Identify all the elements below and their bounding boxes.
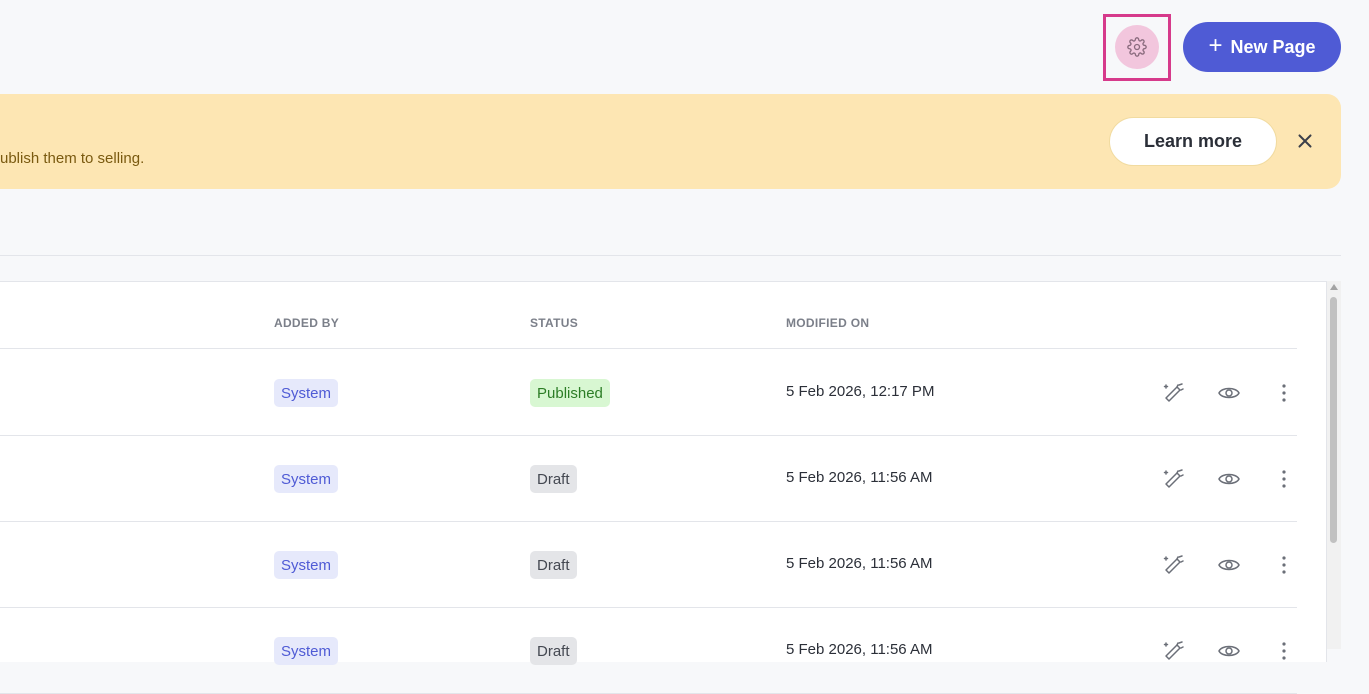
new-page-button[interactable]: + New Page	[1183, 22, 1341, 72]
eye-icon[interactable]	[1217, 639, 1241, 663]
column-header-modified-on[interactable]: MODIFIED ON	[786, 316, 869, 330]
status-badge: Draft	[530, 465, 577, 493]
added-by-badge: System	[274, 465, 339, 493]
status-badge: Draft	[530, 637, 577, 665]
modified-on: 5 Feb 2026, 11:56 AM	[786, 469, 933, 486]
eye-icon[interactable]	[1217, 467, 1241, 491]
status-badge: Published	[530, 379, 610, 407]
table-row[interactable]: System Draft 5 Feb 2026, 11:56 AM	[0, 607, 1297, 694]
table-row[interactable]: System Published 5 Feb 2026, 12:17 PM	[0, 349, 1297, 436]
section-divider	[0, 255, 1341, 256]
banner-text: ublish them to selling.	[0, 150, 145, 167]
more-vertical-icon[interactable]	[1272, 381, 1296, 405]
magic-edit-icon[interactable]	[1162, 639, 1186, 663]
learn-more-button[interactable]: Learn more	[1109, 117, 1277, 166]
more-vertical-icon[interactable]	[1272, 553, 1296, 577]
table-row[interactable]: System Draft 5 Feb 2026, 11:56 AM	[0, 521, 1297, 608]
pages-table: ADDED BY STATUS MODIFIED ON System Publi…	[0, 281, 1327, 694]
column-header-added-by[interactable]: ADDED BY	[274, 316, 339, 330]
settings-button[interactable]	[1115, 25, 1159, 69]
column-header-status[interactable]: STATUS	[530, 316, 578, 330]
close-icon[interactable]	[1294, 130, 1316, 152]
added-by-badge: System	[274, 379, 339, 407]
more-vertical-icon[interactable]	[1272, 639, 1296, 663]
magic-edit-icon[interactable]	[1162, 467, 1186, 491]
status-badge: Draft	[530, 551, 577, 579]
magic-edit-icon[interactable]	[1162, 381, 1186, 405]
info-banner: ublish them to selling. Learn more	[0, 94, 1341, 189]
gear-icon	[1127, 37, 1147, 57]
scrollbar-thumb[interactable]	[1330, 297, 1337, 543]
eye-icon[interactable]	[1217, 553, 1241, 577]
magic-edit-icon[interactable]	[1162, 553, 1186, 577]
modified-on: 5 Feb 2026, 11:56 AM	[786, 555, 933, 572]
modified-on: 5 Feb 2026, 11:56 AM	[786, 641, 933, 658]
new-page-label: New Page	[1230, 36, 1316, 57]
table-scrollbar[interactable]	[1327, 281, 1341, 649]
plus-icon: +	[1208, 32, 1223, 59]
more-vertical-icon[interactable]	[1272, 467, 1296, 491]
table-row[interactable]: System Draft 5 Feb 2026, 11:56 AM	[0, 435, 1297, 522]
added-by-badge: System	[274, 551, 339, 579]
eye-icon[interactable]	[1217, 381, 1241, 405]
scroll-up-arrow-icon[interactable]	[1330, 284, 1338, 290]
added-by-badge: System	[274, 637, 339, 665]
modified-on: 5 Feb 2026, 12:17 PM	[786, 383, 935, 400]
